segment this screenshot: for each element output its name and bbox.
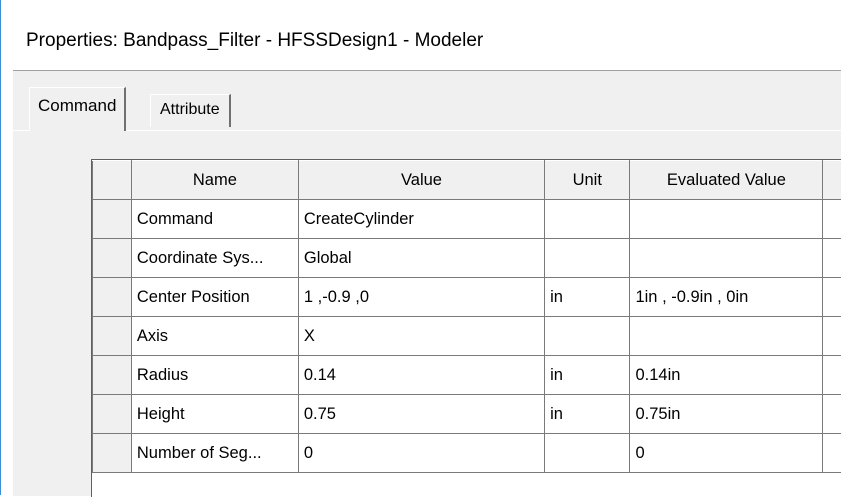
column-header-evaluated-value[interactable]: Evaluated Value xyxy=(630,161,823,200)
table-row: Height 0.75 in 0.75in xyxy=(93,395,841,434)
evaluated-value-cell xyxy=(630,200,823,239)
row-header-cell[interactable] xyxy=(93,239,132,278)
row-header-cell[interactable] xyxy=(93,278,132,317)
unit-cell[interactable] xyxy=(545,200,630,239)
tab-strip: Attribute Command xyxy=(13,71,841,131)
row-header-cell[interactable] xyxy=(93,434,132,473)
name-cell: Height xyxy=(131,395,298,434)
table-row: Radius 0.14 in 0.14in xyxy=(93,356,841,395)
evaluated-value-cell xyxy=(630,317,823,356)
unit-cell[interactable] xyxy=(545,239,630,278)
evaluated-value-cell: 1in , -0.9in , 0in xyxy=(630,278,823,317)
unit-cell[interactable] xyxy=(545,434,630,473)
evaluated-value-cell: 0.14in xyxy=(630,356,823,395)
unit-cell[interactable] xyxy=(545,317,630,356)
value-cell[interactable]: 0.14 xyxy=(298,356,544,395)
extra-cell xyxy=(823,317,841,356)
table-row: Axis X xyxy=(93,317,841,356)
name-cell: Command xyxy=(131,200,298,239)
value-cell[interactable]: Global xyxy=(298,239,544,278)
table-row: Coordinate Sys... Global xyxy=(93,239,841,278)
name-cell: Radius xyxy=(131,356,298,395)
unit-cell[interactable]: in xyxy=(545,395,630,434)
corner-header-cell xyxy=(93,161,132,200)
extra-cell xyxy=(823,200,841,239)
extra-cell xyxy=(823,434,841,473)
extra-cell xyxy=(823,239,841,278)
column-header-extra[interactable] xyxy=(823,161,841,200)
row-header-cell[interactable] xyxy=(93,356,132,395)
tab-command[interactable]: Command xyxy=(29,87,126,131)
tab-attribute[interactable]: Attribute xyxy=(150,94,231,127)
extra-cell xyxy=(823,278,841,317)
value-cell[interactable]: 0.75 xyxy=(298,395,544,434)
property-grid: Name Value Unit Evaluated Value Command … xyxy=(91,159,841,497)
properties-window: Properties: Bandpass_Filter - HFSSDesign… xyxy=(0,0,841,495)
evaluated-value-cell: 0 xyxy=(630,434,823,473)
value-cell[interactable]: X xyxy=(298,317,544,356)
window-title: Properties: Bandpass_Filter - HFSSDesign… xyxy=(26,30,483,52)
row-header-cell[interactable] xyxy=(93,395,132,434)
row-header-cell[interactable] xyxy=(93,200,132,239)
name-cell: Coordinate Sys... xyxy=(131,239,298,278)
evaluated-value-cell xyxy=(630,239,823,278)
value-cell[interactable]: 0 xyxy=(298,434,544,473)
table-row: Number of Seg... 0 0 xyxy=(93,434,841,473)
column-header-unit[interactable]: Unit xyxy=(545,161,630,200)
name-cell: Axis xyxy=(131,317,298,356)
extra-cell xyxy=(823,356,841,395)
evaluated-value-cell: 0.75in xyxy=(630,395,823,434)
properties-panel: Attribute Command Name Value Unit Evalua… xyxy=(13,70,841,496)
table-row: Command CreateCylinder xyxy=(93,200,841,239)
name-cell: Center Position xyxy=(131,278,298,317)
column-header-name[interactable]: Name xyxy=(131,161,298,200)
table-row: Center Position 1 ,-0.9 ,0 in 1in , -0.9… xyxy=(93,278,841,317)
value-cell[interactable]: 1 ,-0.9 ,0 xyxy=(298,278,544,317)
row-header-cell[interactable] xyxy=(93,317,132,356)
value-cell[interactable]: CreateCylinder xyxy=(298,200,544,239)
property-table: Name Value Unit Evaluated Value Command … xyxy=(92,160,841,473)
unit-cell[interactable]: in xyxy=(545,356,630,395)
header-row: Name Value Unit Evaluated Value xyxy=(93,161,841,200)
column-header-value[interactable]: Value xyxy=(298,161,544,200)
extra-cell xyxy=(823,395,841,434)
name-cell: Number of Seg... xyxy=(131,434,298,473)
unit-cell[interactable]: in xyxy=(545,278,630,317)
